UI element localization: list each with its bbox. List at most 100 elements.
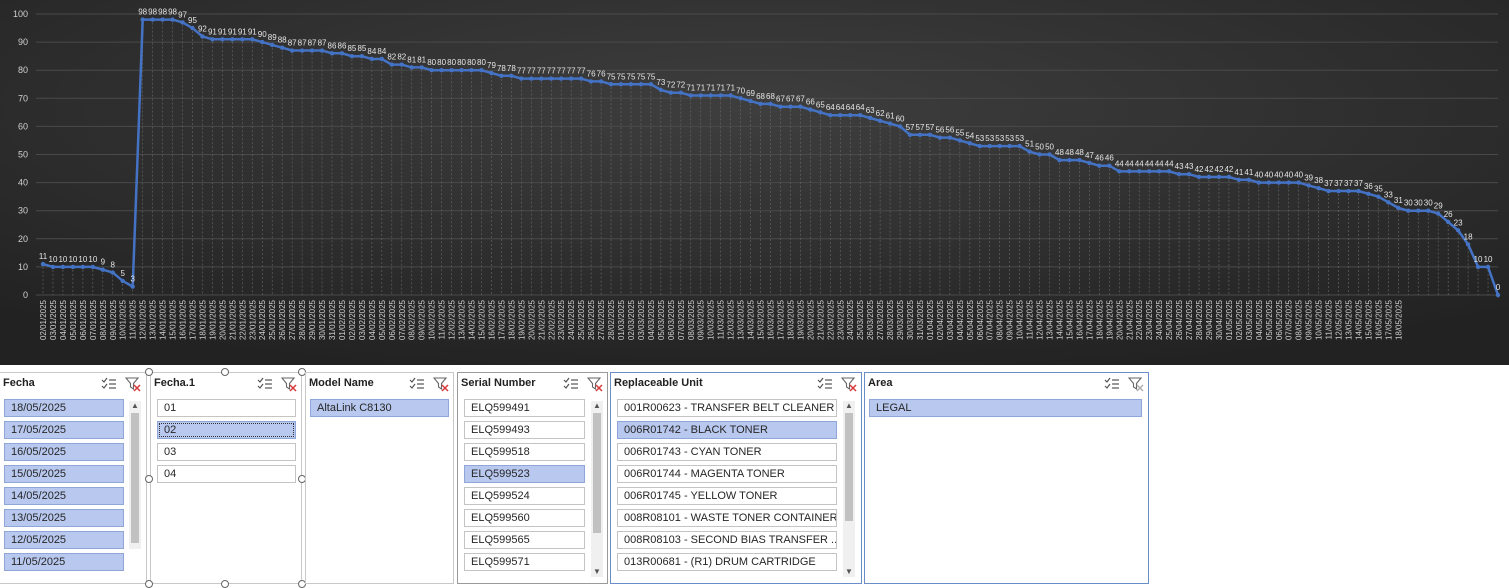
- data-point: [329, 51, 335, 56]
- data-point: [1296, 180, 1301, 185]
- scroll-thumb[interactable]: [845, 413, 853, 521]
- scroll-thumb[interactable]: [131, 413, 139, 543]
- slicer-item[interactable]: 03: [157, 443, 296, 461]
- scroll-up-arrow-icon[interactable]: ▲: [129, 401, 141, 411]
- slicer-fecha-1[interactable]: Fecha.1 01 02 03 04: [150, 372, 302, 584]
- x-tick-label: 18/05/2025: [1394, 299, 1403, 340]
- resize-handle[interactable]: [145, 368, 153, 376]
- data-label: 0: [1496, 283, 1501, 292]
- multi-select-icon[interactable]: [257, 376, 273, 392]
- x-tick-label: 15/01/2025: [169, 299, 178, 340]
- multi-select-icon[interactable]: [1104, 376, 1120, 392]
- x-tick-label: 04/01/2025: [59, 299, 68, 340]
- data-point: [1017, 143, 1022, 149]
- data-point: [299, 48, 305, 53]
- clear-filter-icon[interactable]: [432, 376, 449, 392]
- slicer-item[interactable]: 013R00681 - (R1) DRUM CARTRIDGE: [617, 553, 837, 571]
- x-tick-label: 20/01/2025: [218, 299, 227, 340]
- data-label: 60: [896, 114, 905, 123]
- slicer-item[interactable]: 006R01742 - BLACK TONER: [617, 421, 837, 439]
- multi-select-icon[interactable]: [563, 376, 579, 392]
- resize-handle[interactable]: [145, 475, 153, 483]
- slicer-fecha[interactable]: Fecha ▲ 18/05/2025 17/05/2025 16/05/2025 15…: [0, 372, 147, 584]
- slicer-item[interactable]: ELQ599560: [464, 509, 585, 527]
- slicer-item[interactable]: 008R08103 - SECOND BIAS TRANSFER ...: [617, 531, 837, 549]
- data-label: 87: [318, 39, 327, 48]
- vertical-scrollbar[interactable]: ▲: [129, 401, 141, 549]
- data-point: [499, 73, 504, 79]
- slicer-item[interactable]: ELQ599491: [464, 399, 585, 417]
- data-point: [80, 264, 86, 270]
- slicer-item[interactable]: 12/05/2025: [4, 531, 124, 549]
- slicer-item[interactable]: 006R01745 - YELLOW TONER: [617, 487, 837, 505]
- data-point: [678, 90, 684, 95]
- data-label: 8: [111, 261, 116, 270]
- data-point: [887, 121, 893, 126]
- clear-filter-icon[interactable]: [124, 376, 141, 392]
- data-point: [140, 17, 145, 22]
- slicer-item[interactable]: 04: [157, 465, 296, 483]
- slicer-item[interactable]: 11/05/2025: [4, 553, 124, 571]
- vertical-scrollbar[interactable]: ▲ ▼: [843, 401, 855, 577]
- slicer-item[interactable]: 13/05/2025: [4, 509, 124, 527]
- slicer-item[interactable]: 02: [157, 421, 296, 439]
- slicer-item[interactable]: 15/05/2025: [4, 465, 124, 483]
- slicer-item[interactable]: 16/05/2025: [4, 443, 124, 461]
- data-label: 92: [198, 24, 207, 33]
- data-point: [250, 37, 255, 42]
- slicer-area[interactable]: Area LEGAL: [864, 372, 1149, 584]
- slicer-item[interactable]: ELQ599518: [464, 443, 585, 461]
- x-tick-label: 15/05/2025: [1364, 299, 1373, 340]
- scroll-down-arrow-icon[interactable]: ▼: [591, 567, 603, 577]
- clear-filter-icon[interactable]: [840, 376, 857, 392]
- slicer-item[interactable]: LEGAL: [869, 399, 1142, 417]
- clear-filter-icon[interactable]: [280, 376, 297, 392]
- y-tick-label: 40: [18, 178, 28, 188]
- slicer-item[interactable]: ELQ599565: [464, 531, 585, 549]
- resize-handle[interactable]: [221, 368, 229, 376]
- x-tick-label: 14/04/2025: [1056, 299, 1065, 340]
- slicer-model-name[interactable]: Model Name AltaLink C8130: [305, 372, 454, 584]
- vertical-scrollbar[interactable]: ▲ ▼: [591, 401, 603, 577]
- slicer-item[interactable]: 17/05/2025: [4, 421, 124, 439]
- slicer-item[interactable]: 01: [157, 399, 296, 417]
- slicer-item[interactable]: 006R01744 - MAGENTA TONER: [617, 465, 837, 483]
- slicer-item[interactable]: 006R01743 - CYAN TONER: [617, 443, 837, 461]
- slicer-item[interactable]: ELQ599571: [464, 553, 585, 571]
- data-label: 10: [68, 255, 77, 264]
- slicer-item[interactable]: ELQ599524: [464, 487, 585, 505]
- clear-filter-icon[interactable]: [1127, 376, 1144, 392]
- slicer-title: Replaceable Unit: [614, 377, 703, 389]
- data-point: [160, 17, 165, 22]
- slicer-item[interactable]: 008R08101 - WASTE TONER CONTAINER: [617, 509, 837, 527]
- data-label: 55: [955, 128, 964, 137]
- x-tick-label: 12/02/2025: [448, 299, 457, 340]
- multi-select-icon[interactable]: [817, 376, 833, 392]
- scroll-down-arrow-icon[interactable]: ▼: [843, 567, 855, 577]
- slicer-item[interactable]: 14/05/2025: [4, 487, 124, 505]
- clear-filter-icon[interactable]: [586, 376, 603, 392]
- slicer-replaceable-unit[interactable]: Replaceable Unit ▲ ▼ 001R00623 - TRANSFE…: [610, 372, 862, 584]
- scroll-up-arrow-icon[interactable]: ▲: [843, 401, 855, 411]
- slicer-item[interactable]: ELQ599523: [464, 465, 585, 483]
- slicer-title: Serial Number: [461, 377, 536, 389]
- x-tick-label: 12/05/2025: [1335, 299, 1344, 340]
- slicer-serial-number[interactable]: Serial Number ▲ ▼ ELQ599491 ELQ599493 ELQ5…: [457, 372, 608, 584]
- slicer-item[interactable]: 18/05/2025: [4, 399, 124, 417]
- x-tick-label: 22/01/2025: [238, 299, 247, 340]
- data-point: [788, 104, 793, 109]
- scroll-up-arrow-icon[interactable]: ▲: [591, 401, 603, 411]
- data-label: 54: [965, 131, 974, 140]
- multi-select-icon[interactable]: [101, 376, 117, 392]
- x-tick-label: 16/01/2025: [179, 299, 188, 340]
- slicer-item[interactable]: 001R00623 - TRANSFER BELT CLEANER: [617, 399, 837, 417]
- x-tick-label: 22/02/2025: [547, 299, 556, 340]
- data-label: 10: [49, 255, 58, 264]
- scroll-thumb[interactable]: [593, 413, 601, 533]
- slicer-item[interactable]: ELQ599493: [464, 421, 585, 439]
- multi-select-icon[interactable]: [409, 376, 425, 392]
- slicer-item[interactable]: AltaLink C8130: [310, 399, 449, 417]
- x-tick-label: 18/03/2025: [786, 299, 795, 340]
- data-label: 64: [856, 103, 865, 112]
- data-label: 98: [158, 8, 167, 17]
